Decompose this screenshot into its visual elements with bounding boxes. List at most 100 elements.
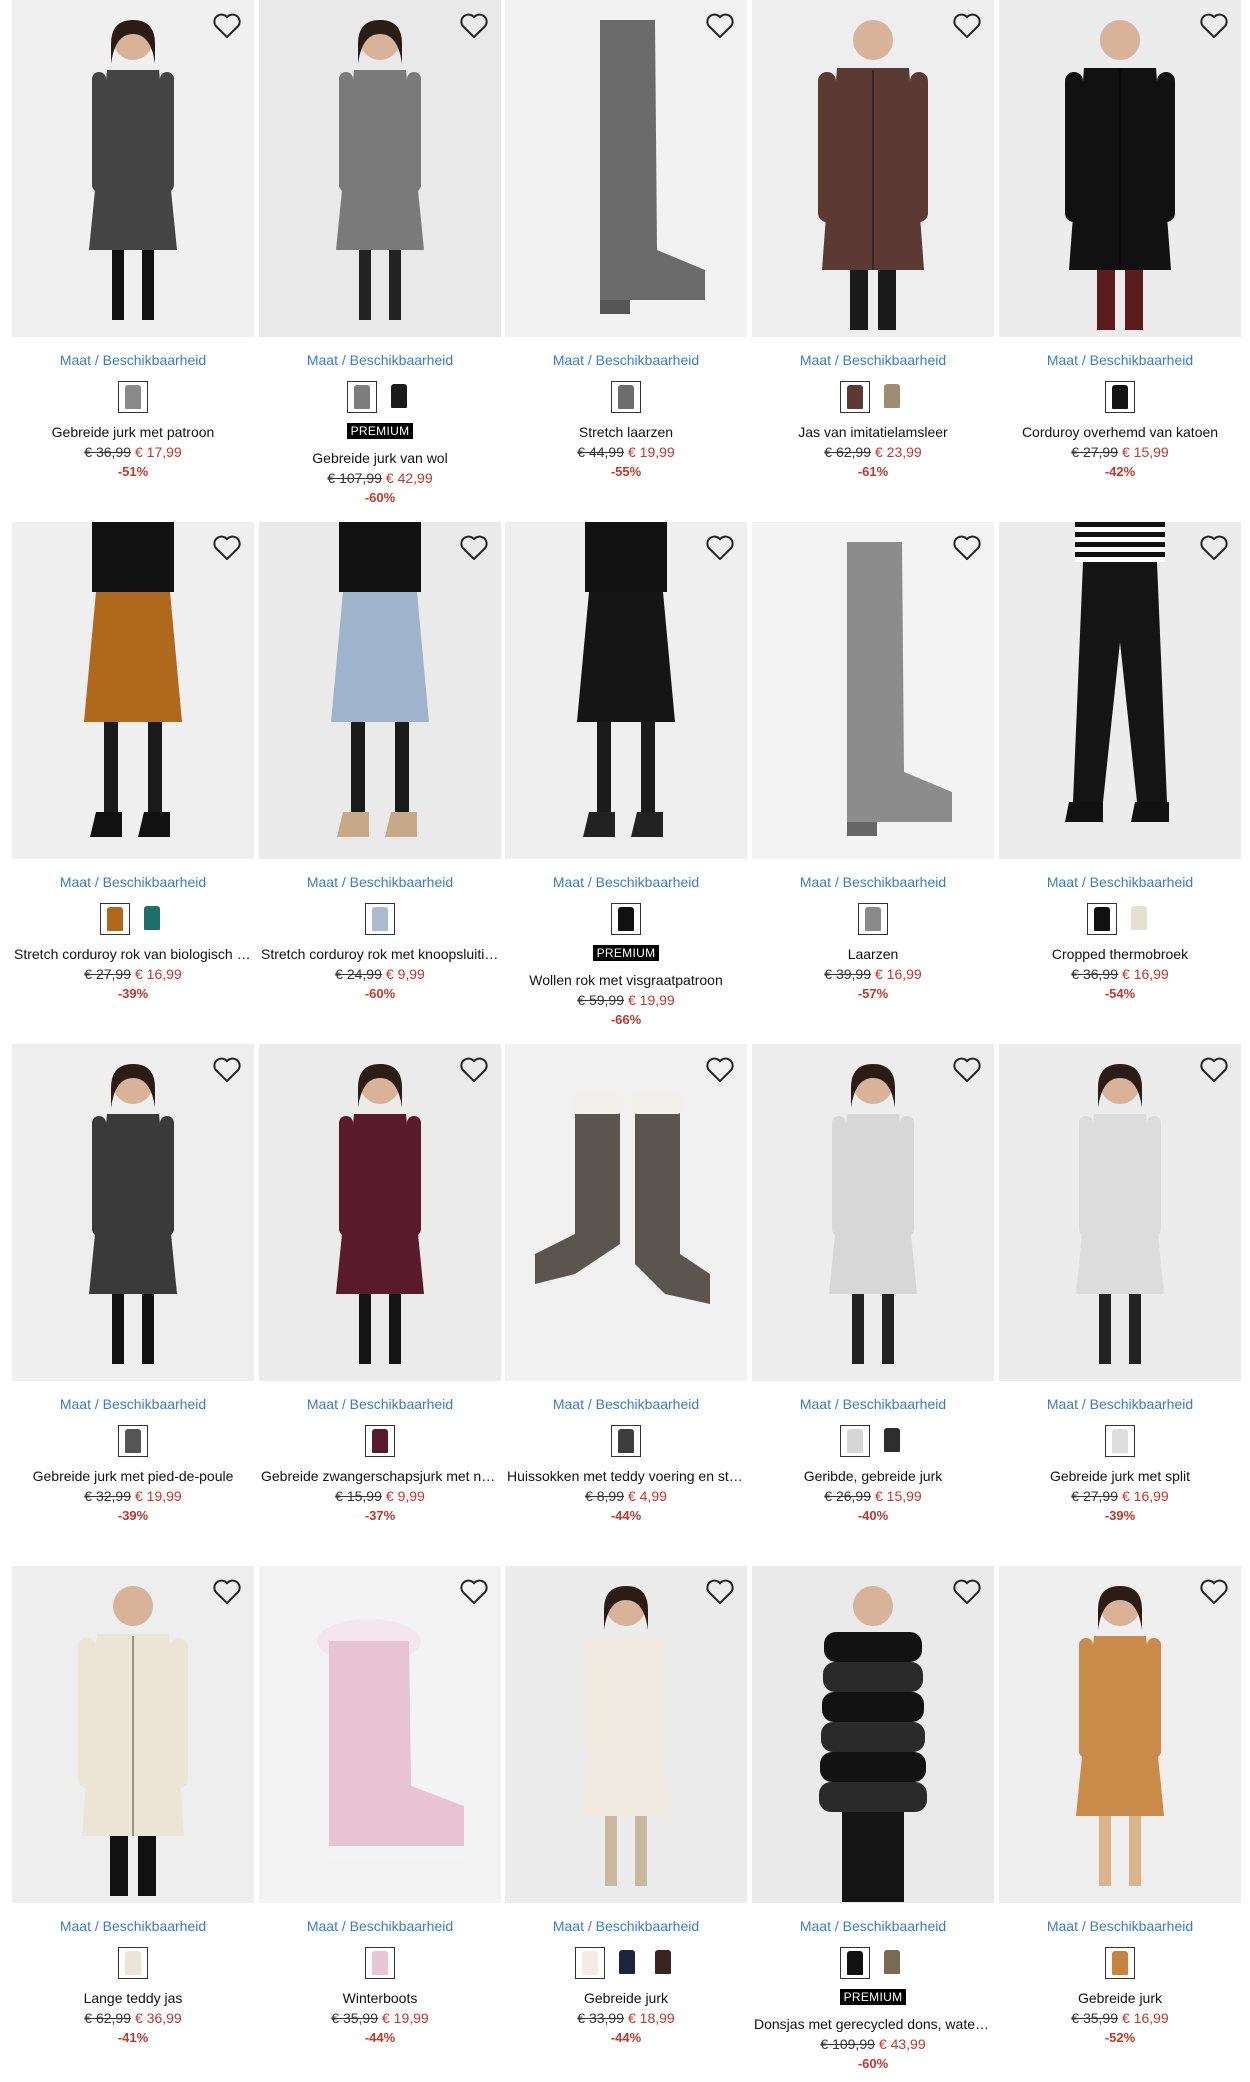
size-availability-link[interactable]: Maat / Beschikbaarheid (752, 352, 994, 368)
product-name[interactable]: Stretch corduroy rok van biologisch kato… (12, 946, 254, 962)
product-card[interactable]: Maat / Beschikbaarheid Winterboots € 35,99… (259, 1566, 505, 2066)
size-availability-link[interactable]: Maat / Beschikbaarheid (752, 1918, 994, 1934)
product-name[interactable]: Gebreide jurk met split (999, 1468, 1241, 1484)
color-swatch[interactable] (100, 903, 130, 935)
wishlist-heart-icon[interactable] (210, 8, 244, 42)
product-image[interactable] (752, 0, 994, 337)
product-name[interactable]: Wollen rok met visgraatpatroon (505, 972, 747, 988)
product-name[interactable]: Donsjas met gerecycled dons, waterafstot… (752, 2016, 994, 2032)
color-swatch[interactable] (118, 381, 148, 413)
product-image[interactable] (505, 0, 747, 337)
product-image[interactable] (999, 1566, 1241, 1903)
color-swatch[interactable] (365, 1425, 395, 1457)
product-image[interactable] (999, 522, 1241, 859)
wishlist-heart-icon[interactable] (457, 8, 491, 42)
product-image[interactable] (259, 522, 501, 859)
color-swatch[interactable] (878, 1425, 906, 1455)
wishlist-heart-icon[interactable] (457, 1052, 491, 1086)
color-swatch[interactable] (878, 381, 906, 411)
product-name[interactable]: Huissokken met teddy voering en stopnopp… (505, 1468, 747, 1484)
size-availability-link[interactable]: Maat / Beschikbaarheid (12, 1918, 254, 1934)
product-image[interactable] (999, 1044, 1241, 1381)
size-availability-link[interactable]: Maat / Beschikbaarheid (999, 1918, 1241, 1934)
product-name[interactable]: Geribde, gebreide jurk (752, 1468, 994, 1484)
product-card[interactable]: Maat / Beschikbaarheid Cropped thermobroe… (999, 522, 1245, 1022)
product-card[interactable]: Maat / Beschikbaarheid Stretch laarzen € 4… (505, 0, 751, 500)
wishlist-heart-icon[interactable] (1197, 8, 1231, 42)
size-availability-link[interactable]: Maat / Beschikbaarheid (505, 352, 747, 368)
product-card[interactable]: Maat / Beschikbaarheid Gebreide jurk met … (12, 0, 258, 500)
product-card[interactable]: Maat / Beschikbaarheid PREMIUM Wollen rok … (505, 522, 751, 1027)
size-availability-link[interactable]: Maat / Beschikbaarheid (505, 874, 747, 890)
color-swatch[interactable] (611, 1425, 641, 1457)
wishlist-heart-icon[interactable] (210, 1574, 244, 1608)
color-swatch[interactable] (1105, 1947, 1135, 1979)
size-availability-link[interactable]: Maat / Beschikbaarheid (259, 874, 501, 890)
product-image[interactable] (752, 522, 994, 859)
product-name[interactable]: Jas van imitatielamsleer (752, 424, 994, 440)
product-name[interactable]: Gebreide jurk (999, 1990, 1241, 2006)
product-card[interactable]: Maat / Beschikbaarheid PREMIUM Gebreide ju… (259, 0, 505, 505)
product-card[interactable]: Maat / Beschikbaarheid Gebreide jurk € 33,… (505, 1566, 751, 2066)
product-image[interactable] (259, 0, 501, 337)
product-name[interactable]: Stretch laarzen (505, 424, 747, 440)
product-name[interactable]: Gebreide jurk met patroon (12, 424, 254, 440)
product-card[interactable]: Maat / Beschikbaarheid Gebreide jurk met … (12, 1044, 258, 1544)
product-name[interactable]: Gebreide jurk van wol (259, 450, 501, 466)
wishlist-heart-icon[interactable] (950, 1574, 984, 1608)
wishlist-heart-icon[interactable] (703, 1574, 737, 1608)
color-swatch[interactable] (1125, 903, 1153, 933)
product-card[interactable]: Maat / Beschikbaarheid Geribde, gebreide … (752, 1044, 998, 1544)
wishlist-heart-icon[interactable] (1197, 530, 1231, 564)
wishlist-heart-icon[interactable] (703, 1052, 737, 1086)
product-name[interactable]: Gebreide jurk met pied-de-poule (12, 1468, 254, 1484)
size-availability-link[interactable]: Maat / Beschikbaarheid (752, 874, 994, 890)
product-card[interactable]: Maat / Beschikbaarheid Lange teddy jas € 6… (12, 1566, 258, 2066)
product-name[interactable]: Winterboots (259, 1990, 501, 2006)
color-swatch[interactable] (611, 903, 641, 935)
wishlist-heart-icon[interactable] (457, 530, 491, 564)
color-swatch[interactable] (365, 1947, 395, 1979)
product-card[interactable]: Maat / Beschikbaarheid Jas van imitatiela… (752, 0, 998, 500)
product-name[interactable]: Stretch corduroy rok met knoopsluiting (259, 946, 501, 962)
size-availability-link[interactable]: Maat / Beschikbaarheid (259, 352, 501, 368)
product-name[interactable]: Lange teddy jas (12, 1990, 254, 2006)
product-card[interactable]: Maat / Beschikbaarheid Laarzen € 39,99 € 16… (752, 522, 998, 1022)
color-swatch[interactable] (138, 903, 166, 933)
product-image[interactable] (12, 0, 254, 337)
color-swatch[interactable] (649, 1947, 677, 1977)
size-availability-link[interactable]: Maat / Beschikbaarheid (752, 1396, 994, 1412)
size-availability-link[interactable]: Maat / Beschikbaarheid (12, 874, 254, 890)
product-image[interactable] (999, 0, 1241, 337)
color-swatch[interactable] (575, 1947, 605, 1979)
product-card[interactable]: Maat / Beschikbaarheid Gebreide jurk € 35,… (999, 1566, 1245, 2066)
wishlist-heart-icon[interactable] (703, 8, 737, 42)
size-availability-link[interactable]: Maat / Beschikbaarheid (259, 1396, 501, 1412)
color-swatch[interactable] (365, 903, 395, 935)
color-swatch[interactable] (1087, 903, 1117, 935)
wishlist-heart-icon[interactable] (703, 530, 737, 564)
product-name[interactable]: Gebreide zwangerschapsjurk met noors pat… (259, 1468, 501, 1484)
size-availability-link[interactable]: Maat / Beschikbaarheid (999, 874, 1241, 890)
wishlist-heart-icon[interactable] (1197, 1574, 1231, 1608)
product-card[interactable]: Maat / Beschikbaarheid Stretch corduroy r… (12, 522, 258, 1022)
product-image[interactable] (752, 1566, 994, 1903)
color-swatch[interactable] (385, 381, 413, 411)
product-image[interactable] (505, 1566, 747, 1903)
wishlist-heart-icon[interactable] (1197, 1052, 1231, 1086)
wishlist-heart-icon[interactable] (950, 530, 984, 564)
color-swatch[interactable] (611, 381, 641, 413)
product-image[interactable] (259, 1044, 501, 1381)
product-image[interactable] (505, 522, 747, 859)
wishlist-heart-icon[interactable] (210, 530, 244, 564)
product-card[interactable]: Maat / Beschikbaarheid Huissokken met ted… (505, 1044, 751, 1544)
product-image[interactable] (259, 1566, 501, 1903)
size-availability-link[interactable]: Maat / Beschikbaarheid (505, 1396, 747, 1412)
product-card[interactable]: Maat / Beschikbaarheid Gebreide jurk met … (999, 1044, 1245, 1544)
product-name[interactable]: Cropped thermobroek (999, 946, 1241, 962)
color-swatch[interactable] (1105, 1425, 1135, 1457)
wishlist-heart-icon[interactable] (950, 1052, 984, 1086)
color-swatch[interactable] (347, 381, 377, 413)
color-swatch[interactable] (840, 1947, 870, 1979)
color-swatch[interactable] (840, 1425, 870, 1457)
